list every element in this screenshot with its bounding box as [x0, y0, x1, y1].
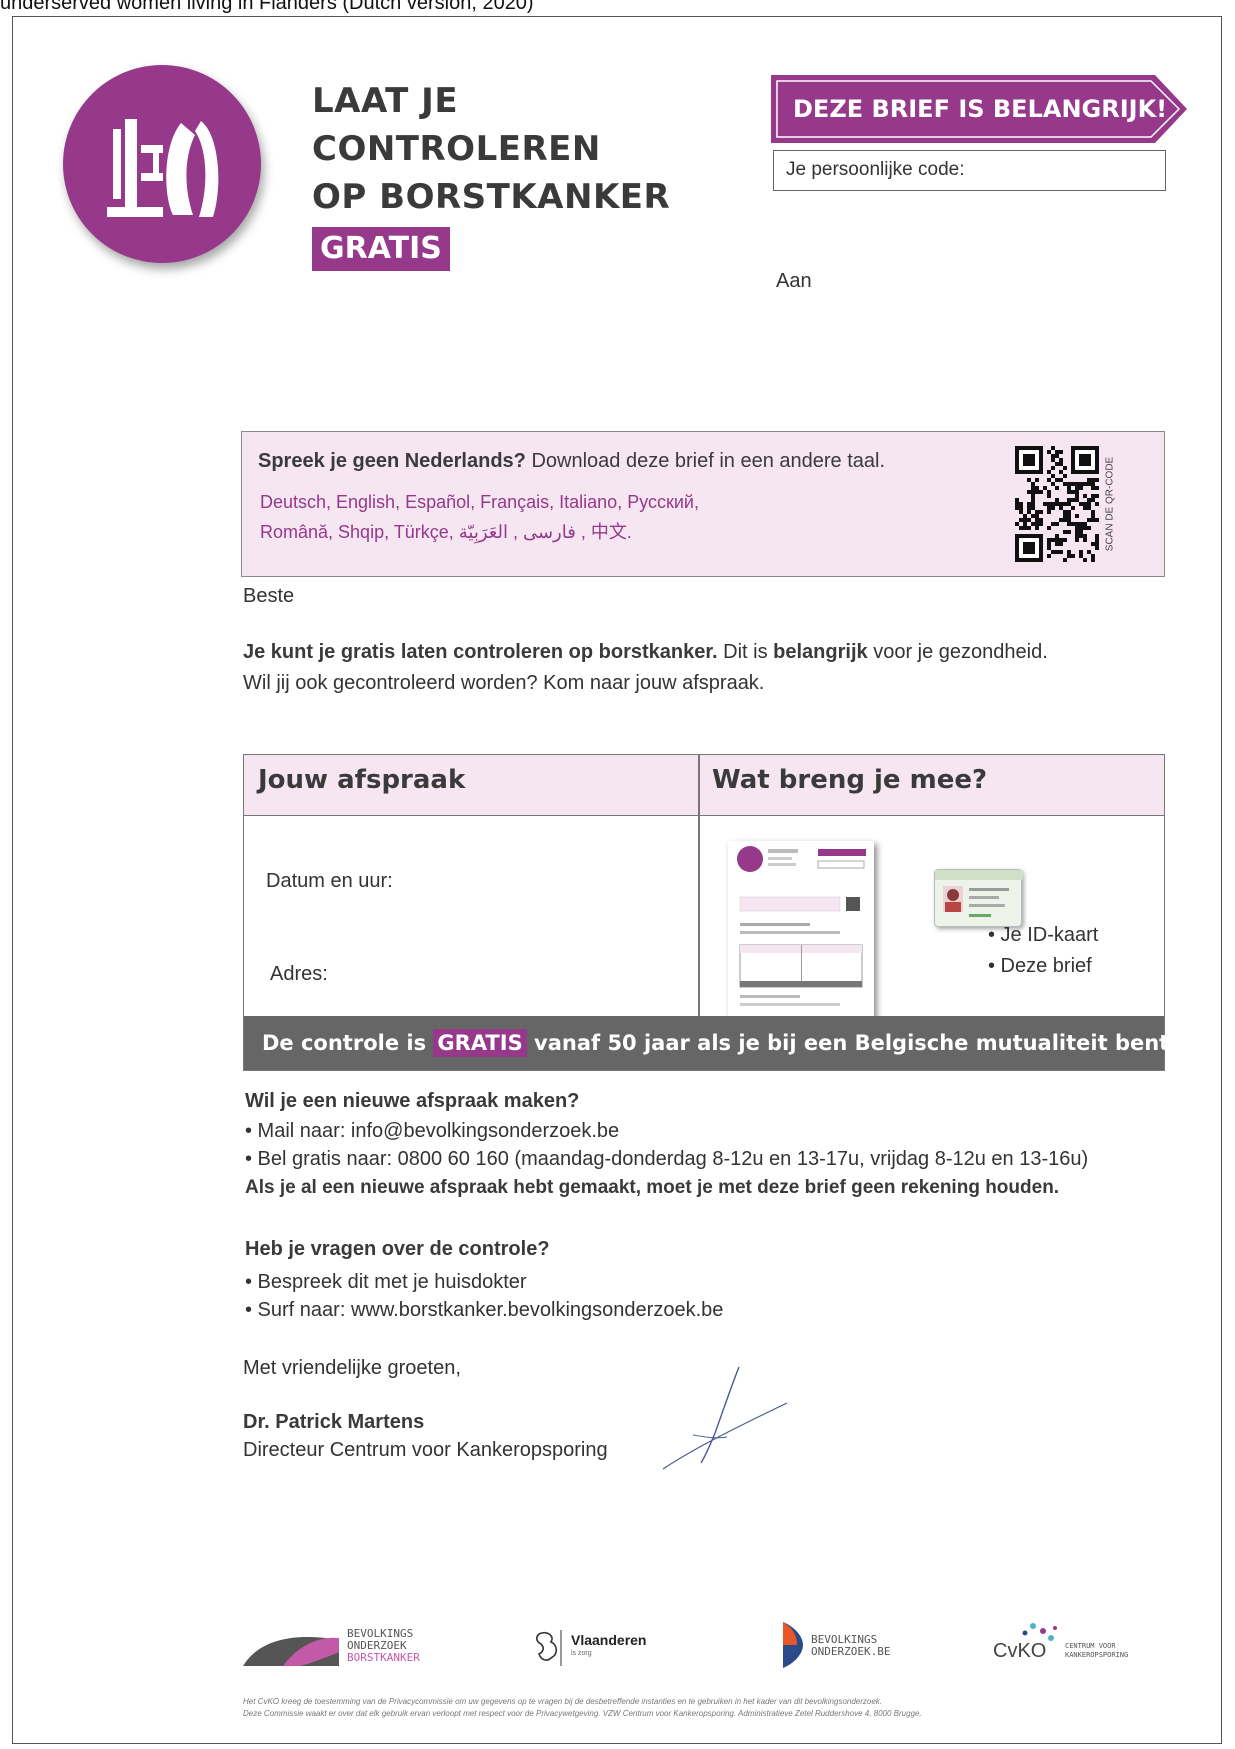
intro-line-1: Je kunt je gratis laten controleren op b… [243, 641, 1048, 664]
bring-item-id: • Je ID-kaart [988, 924, 1099, 946]
logo-vlaanderen: Vlaanderen is zorg [533, 1622, 683, 1672]
new-appointment-heading: Wil je een nieuwe afspraak maken? [245, 1090, 580, 1112]
bring-list: • Je ID-kaart • Deze brief [988, 920, 1098, 982]
signature-icon [662, 1366, 788, 1470]
logo4-subtext: CENTRUM VOOR KANKEROPSPORING [1065, 1642, 1128, 1660]
logo2-text: Vlaanderen [571, 1632, 647, 1648]
recipient-label: Aan [776, 270, 812, 292]
language-box: Spreek je geen Nederlands? Download deze… [241, 431, 1165, 577]
logo1-text: BEVOLKINGS ONDERZOEK BORSTKANKER [347, 1628, 420, 1664]
questions-heading: Heb je vragen over de controle? [245, 1238, 550, 1260]
intro-bold: Je kunt je gratis laten controleren op b… [243, 641, 718, 663]
language-list-line-2[interactable]: Română, Shqip, Türkçe, فارسی , العَرَبِي… [260, 517, 699, 547]
signatory-title: Directeur Centrum voor Kankeropsporing [243, 1439, 608, 1461]
bring-item-letter: • Deze brief [988, 955, 1092, 977]
date-label: Datum en uur: [266, 870, 393, 892]
phone-line[interactable]: • Bel gratis naar: 0800 60 160 (maandag-… [245, 1148, 1088, 1171]
borstkanker-logo-icon [243, 1637, 339, 1666]
logo-cvko: CvKO CENTRUM VOOR KANKEROPSPORING [993, 1622, 1173, 1672]
address-label: Adres: [270, 963, 328, 985]
logo1-line-3: BORSTKANKER [347, 1651, 420, 1664]
intro-end: voor je gezondheid. [867, 641, 1048, 663]
greeting: Beste [243, 585, 295, 607]
language-question-bold: Spreek je geen Nederlands? [258, 450, 526, 472]
fine-print-1: Het CvKO kreeg de toestemming van de Pri… [243, 1697, 883, 1706]
logo4-text: CvKO [993, 1640, 1047, 1662]
letter-thumbnail-icon [728, 841, 874, 1027]
language-list: Deutsch, English, Español, Français, Ita… [260, 487, 699, 547]
flemish-lion-icon [536, 1630, 562, 1666]
ignore-note: Als je al een nieuwe afspraak hebt gemaa… [245, 1177, 1060, 1198]
headline-line-2: CONTROLEREN [312, 129, 601, 169]
free-notice-bar: De controle is GRATIS vanaf 50 jaar als … [244, 1016, 1169, 1070]
id-card-icon [934, 869, 1023, 927]
banner-text: DEZE BRIEF IS BELANGRIJK! [793, 95, 1168, 123]
personal-code-field: Je persoonlijke code: [773, 150, 1166, 191]
headline-line-3: OP BORSTKANKER [312, 177, 671, 217]
fine-print-2: Deze Commissie waakt er over dat elk geb… [243, 1709, 922, 1718]
qr-caption: SCAN DE QR-CODE [1102, 446, 1118, 562]
logo4-line-2: KANKEROPSPORING [1065, 1651, 1129, 1659]
free-post: vanaf 50 jaar als je bij een Belgische m… [526, 1031, 1170, 1055]
qr-code-icon[interactable] [1015, 446, 1099, 562]
logo4-line-1: CENTRUM VOOR [1065, 1642, 1116, 1650]
mammography-machine-icon [107, 119, 219, 217]
mammography-logo [63, 65, 261, 263]
bevolkingsonderzoek-be-icon [783, 1622, 803, 1668]
mail-line[interactable]: • Mail naar: info@bevolkingsonderzoek.be [245, 1120, 619, 1143]
important-banner: DEZE BRIEF IS BELANGRIJK! [771, 75, 1187, 143]
gratis-tag: GRATIS [312, 227, 450, 271]
intro-mid: Dit is [717, 641, 774, 663]
language-question-rest: Download deze brief in een andere taal. [525, 450, 886, 472]
intro-bold-2: belangrijk [773, 641, 868, 663]
appointment-left-header: Jouw afspraak [258, 765, 466, 795]
appointment-right-header: Wat breng je mee? [712, 765, 988, 795]
intro-line-2: Wil jij ook gecontroleerd worden? Kom na… [243, 672, 765, 694]
logo-bevolkingsonderzoek-be: BEVOLKINGS ONDERZOEK.BE [783, 1622, 933, 1672]
appointment-divider [698, 755, 700, 1045]
language-question: Spreek je geen Nederlands? Download deze… [258, 450, 885, 473]
qr-caption-text: SCAN DE QR-CODE [1104, 456, 1116, 552]
logo3-text: BEVOLKINGS ONDERZOEK.BE [811, 1634, 890, 1658]
page-caption: underserved women living in Flanders (Du… [0, 0, 534, 14]
headline-line-1: LAAT JE [312, 81, 459, 121]
letter-sheet: LAAT JE CONTROLEREN OP BORSTKANKER GRATI… [12, 16, 1222, 1744]
language-list-line-1[interactable]: Deutsch, English, Español, Français, Ita… [260, 487, 699, 517]
logo3-line-2: ONDERZOEK.BE [811, 1645, 891, 1658]
logo2-subtext: is zorg [571, 1650, 592, 1657]
signatory-name: Dr. Patrick Martens [243, 1411, 425, 1433]
closing-regards: Met vriendelijke groeten, [243, 1357, 461, 1379]
logo-bevolkingsonderzoek-borstkanker: BEVOLKINGS ONDERZOEK BORSTKANKER [243, 1622, 443, 1672]
free-pre: De controle is [262, 1031, 434, 1055]
appointment-table: Jouw afspraak Wat breng je mee? Datum en… [243, 754, 1169, 1071]
questions-item-1: • Bespreek dit met je huisdokter [245, 1271, 527, 1293]
headline: LAAT JE CONTROLEREN OP BORSTKANKER [312, 77, 670, 221]
free-tag: GRATIS [433, 1029, 527, 1057]
questions-item-2[interactable]: • Surf naar: www.borstkanker.bevolkingso… [245, 1299, 723, 1322]
